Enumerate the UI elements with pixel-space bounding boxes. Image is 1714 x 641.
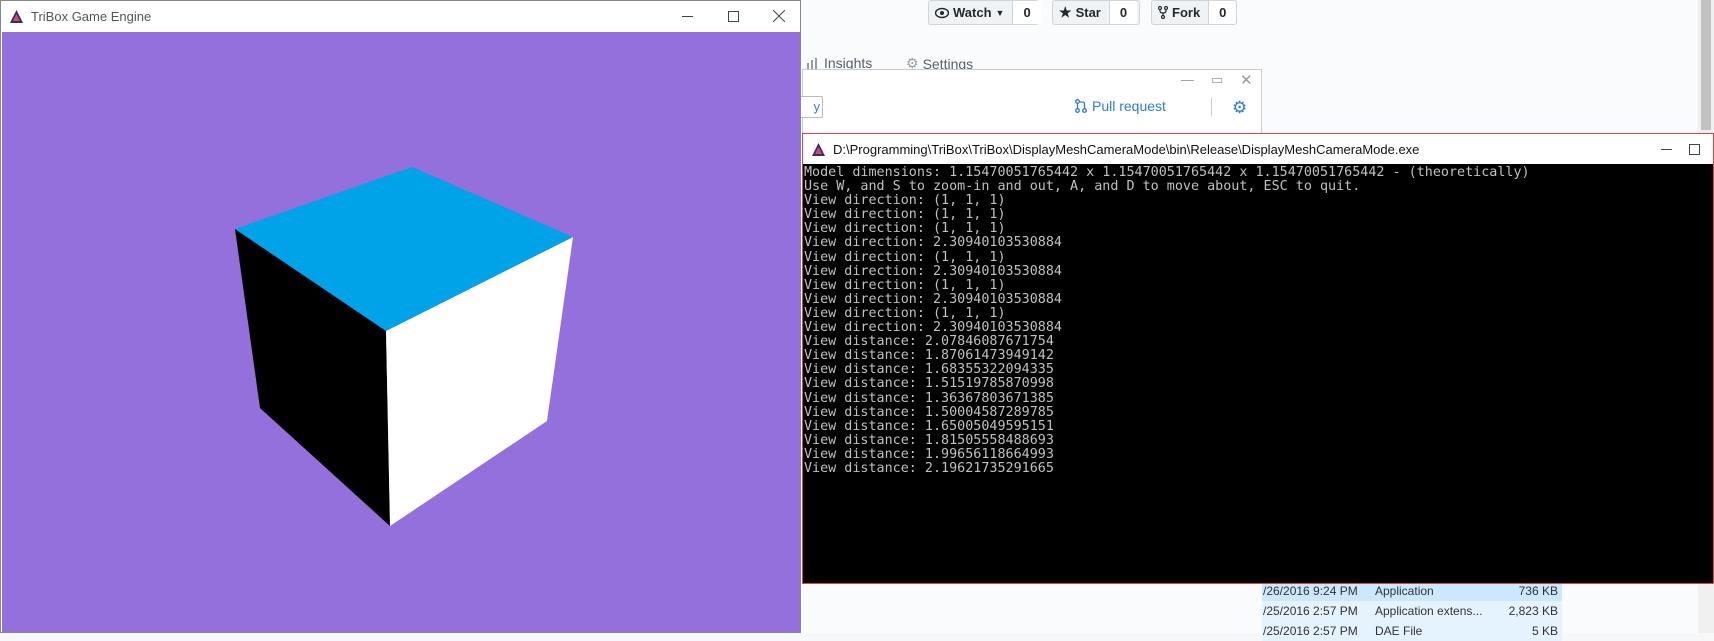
file-type: Application extens... (1375, 604, 1483, 618)
tribox-render-canvas[interactable] (2, 32, 800, 632)
watch-label: Watch (953, 5, 992, 20)
file-type: Application (1375, 584, 1434, 598)
watch-button[interactable]: Watch ▼ 0 (928, 0, 1041, 25)
console-line: View direction: (1, 1, 1) (804, 249, 1006, 265)
file-date: /26/2016 9:24 PM (1263, 584, 1358, 598)
file-row-3[interactable]: /25/2016 2:57 PM DAE File 5 KB (1262, 621, 1562, 641)
console-line: View distance: 1.81505558488693 (804, 432, 1054, 448)
console-line: View distance: 2.19621735291665 (804, 460, 1054, 476)
console-line: View distance: 1.68355322094335 (804, 362, 1054, 378)
maximize-icon[interactable] (710, 1, 756, 31)
console-line: Model dimensions: 1.15470051765442 x 1.1… (804, 165, 1530, 180)
tribox-app-icon (10, 9, 23, 23)
fork-count[interactable]: 0 (1208, 1, 1237, 24)
console-line: View direction: 2.30940103530884 (804, 235, 1062, 251)
console-line: View direction: (1, 1, 1) (804, 221, 1006, 237)
pull-request-button[interactable]: Pull request (1075, 98, 1166, 114)
toolbar-divider (1211, 98, 1212, 116)
star-count[interactable]: 0 (1108, 1, 1138, 24)
tribox-window: TriBox Game Engine (0, 0, 801, 633)
console-line: View distance: 1.51519785870998 (804, 376, 1054, 392)
console-output[interactable]: Model dimensions: 1.15470051765442 x 1.1… (804, 165, 1713, 583)
console-window: D:\Programming\TriBox\TriBox\DisplayMesh… (802, 133, 1714, 584)
page-scrollbar-thumb[interactable] (1701, 0, 1711, 130)
file-size: 5 KB (1531, 624, 1558, 638)
fork-label: Fork (1172, 5, 1201, 20)
console-line: View direction: 2.30940103530884 (804, 263, 1062, 279)
console-line: View direction: (1, 1, 1) (804, 305, 1006, 321)
console-line: View distance: 1.99656118664993 (804, 446, 1054, 462)
file-size: 2,823 KB (1508, 604, 1558, 618)
console-title-bar[interactable]: D:\Programming\TriBox\TriBox\DisplayMesh… (803, 134, 1713, 164)
console-line: View direction: (1, 1, 1) (804, 193, 1006, 209)
graph-icon (807, 58, 817, 69)
console-line: View distance: 1.36367803671385 (804, 390, 1054, 406)
partial-button-label: y (813, 99, 821, 114)
file-type: DAE File (1375, 624, 1423, 638)
star-label: Star (1075, 5, 1101, 20)
minimize-icon[interactable]: — (1181, 72, 1194, 87)
file-row-2[interactable]: /25/2016 2:57 PM Application extens... 2… (1262, 601, 1562, 621)
pull-request-icon (1075, 99, 1087, 113)
caret-down-icon: ▼ (995, 7, 1005, 18)
pull-request-label: Pull request (1092, 98, 1166, 114)
file-date: /25/2016 2:57 PM (1263, 624, 1358, 638)
console-line: View distance: 1.87061473949142 (804, 348, 1054, 364)
star-icon: ★ (1059, 4, 1072, 20)
console-line: View direction: (1, 1, 1) (804, 277, 1006, 293)
console-line: View direction: 2.30940103530884 (804, 291, 1062, 307)
fork-button[interactable]: Fork 0 (1151, 0, 1237, 25)
console-line: View direction: 2.30940103530884 (804, 320, 1062, 336)
file-row-1[interactable]: /26/2016 9:24 PM Application 736 KB (1262, 581, 1562, 601)
minimize-icon[interactable] (664, 1, 710, 31)
tribox-title-bar[interactable]: TriBox Game Engine (1, 1, 800, 31)
console-line: Use W, and S to zoom-in and out, A, and … (804, 179, 1361, 195)
github-desktop-window: — ▭ ✕ (802, 69, 1262, 137)
fork-icon (1158, 6, 1168, 19)
settings-gear-icon[interactable]: ⚙ (1232, 98, 1247, 118)
maximize-icon[interactable]: ▭ (1211, 72, 1223, 88)
star-button[interactable]: ★ Star 0 (1052, 0, 1140, 25)
console-line: View distance: 1.65005049595151 (804, 418, 1054, 434)
file-size: 736 KB (1518, 584, 1558, 598)
maximize-icon[interactable] (1689, 134, 1714, 164)
watch-count[interactable]: 0 (1012, 1, 1041, 24)
file-date: /25/2016 2:57 PM (1263, 604, 1358, 618)
console-line: View distance: 2.07846087671754 (804, 334, 1054, 350)
close-icon[interactable]: ✕ (1240, 71, 1253, 89)
cube-render (235, 167, 573, 526)
console-app-icon (812, 142, 825, 156)
console-line: View direction: (1, 1, 1) (804, 207, 1006, 223)
eye-icon (935, 7, 949, 18)
console-line: View distance: 1.50004587289785 (804, 404, 1054, 420)
close-icon[interactable] (756, 1, 802, 31)
minimize-icon[interactable] (1643, 134, 1689, 164)
console-window-title: D:\Programming\TriBox\TriBox\DisplayMesh… (833, 141, 1420, 157)
tribox-window-title: TriBox Game Engine (31, 8, 152, 24)
